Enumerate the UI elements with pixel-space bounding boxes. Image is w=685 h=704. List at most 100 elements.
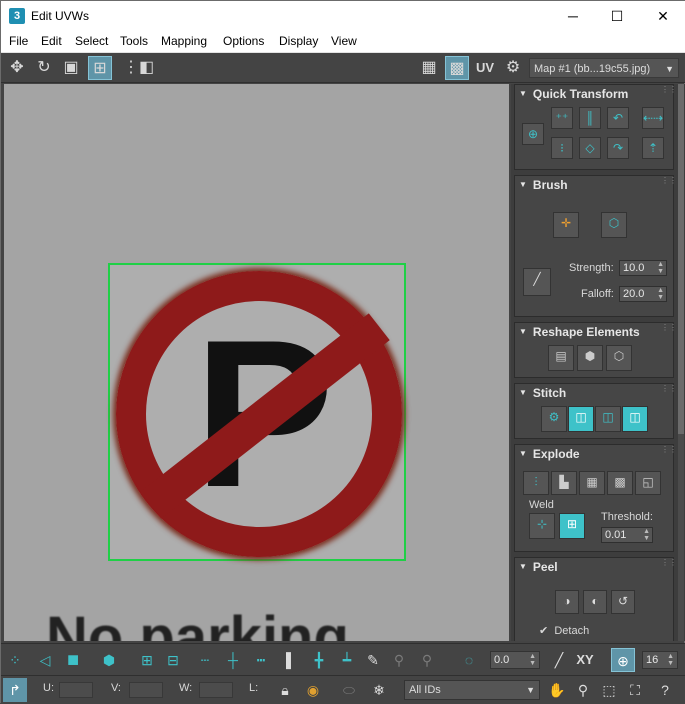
edge-select-icon[interactable]: ◁ — [33, 648, 57, 672]
space-vertical-icon[interactable]: ⇡ — [642, 137, 664, 159]
strength-spinner[interactable]: 10.0 ▲ ▼ — [619, 260, 667, 276]
flatten-by-angle-icon[interactable]: ▩ — [607, 471, 633, 495]
shrink-selection-icon[interactable]: ⊟ — [161, 648, 185, 672]
map-select[interactable]: Map #1 (bb...19c55.jpg) ▼ — [529, 58, 679, 78]
rollout-title[interactable]: ▼ Reshape Elements — [519, 325, 640, 339]
uv-toggle-button[interactable]: UV — [473, 56, 497, 80]
quick-peel-icon[interactable]: ◑ — [555, 590, 579, 614]
element-select-icon[interactable]: ⬢ — [97, 648, 121, 672]
spinner-arrows-icon[interactable]: ▲ ▼ — [657, 287, 664, 301]
falloff-line-icon[interactable]: ╱ — [547, 648, 571, 672]
zoom-region-icon[interactable]: ⬚ — [597, 678, 621, 702]
align-center-icon[interactable]: ⊕ — [522, 123, 544, 145]
zoom-extents-icon[interactable]: ⛶ — [623, 678, 647, 702]
rollout-title[interactable]: ▼ Quick Transform — [519, 87, 628, 101]
scale-icon[interactable]: ▣ — [59, 56, 83, 80]
maximize-button[interactable]: ☐ — [594, 1, 640, 31]
freeze-icon[interactable]: ❄ — [367, 678, 391, 702]
rotate-cw-icon[interactable]: ↷ — [607, 137, 629, 159]
checker-icon[interactable]: ▦ — [417, 56, 441, 80]
drag-handle-icon[interactable]: ⋮⋮ — [661, 177, 677, 187]
drag-handle-icon[interactable]: ⋮⋮ — [661, 86, 677, 96]
reset-peel-icon[interactable]: ↺ — [611, 590, 635, 614]
freeze-toggle-icon[interactable]: ⬭ — [337, 678, 361, 702]
rollout-title[interactable]: ▼ Peel — [519, 560, 558, 574]
rotate-icon[interactable]: ↻ — [32, 56, 56, 80]
edge-ring-icon[interactable]: ┼ — [221, 648, 245, 672]
move-icon[interactable]: ✥ — [5, 56, 29, 80]
paint-move-icon[interactable]: ✛ — [553, 212, 579, 238]
straighten-icon[interactable]: ◇ — [579, 137, 601, 159]
stitch-to-source-icon[interactable]: ◫ — [622, 406, 648, 432]
stitch-custom-icon[interactable]: ⚙ — [541, 406, 567, 432]
uv-viewport[interactable]: P No parking — [4, 84, 509, 641]
relax-icon[interactable]: ⬢ — [577, 345, 603, 371]
drag-handle-icon[interactable]: ⋮⋮ — [661, 446, 677, 456]
menu-options[interactable]: Options — [223, 34, 264, 48]
weld-selected-icon[interactable]: ⊹ — [529, 513, 555, 539]
break-edges-icon[interactable]: ◱ — [635, 471, 661, 495]
weld-all-icon[interactable]: ⊞ — [559, 513, 585, 539]
freeform-icon[interactable]: ⊞ — [88, 56, 112, 80]
space-horizontal-icon[interactable]: ⇠⇢ — [642, 107, 664, 129]
break-by-polygroups-icon[interactable]: ⫶ — [523, 471, 549, 495]
spinner-arrows-icon[interactable]: ▲ ▼ — [667, 653, 674, 667]
brush-falloff-icon[interactable]: ╱ — [523, 268, 551, 296]
pan-icon[interactable]: ✋ — [545, 678, 569, 702]
paint-grow-icon[interactable]: ⚲ — [387, 648, 411, 672]
checker-active-icon[interactable]: ▩ — [445, 56, 469, 80]
spinner-arrows-icon[interactable]: ▲ ▼ — [643, 528, 650, 542]
iterations-spinner[interactable]: 16 ▲ ▼ — [642, 651, 678, 669]
panel-scrollbar[interactable] — [678, 84, 684, 641]
menu-edit[interactable]: Edit — [41, 34, 62, 48]
grow-selection-icon[interactable]: ⊞ — [135, 648, 159, 672]
drag-handle-icon[interactable]: ⋮⋮ — [661, 385, 677, 395]
select-by-element-icon[interactable]: ▌ — [279, 648, 303, 672]
scrollbar-thumb[interactable] — [678, 84, 684, 434]
threshold-spinner[interactable]: 0.01 ▲ ▼ — [601, 527, 653, 543]
break-by-smoothing-icon[interactable]: ▙ — [551, 471, 577, 495]
absolute-offset-icon[interactable]: ↱ — [3, 678, 27, 702]
stitch-average-icon[interactable]: ◫ — [595, 406, 621, 432]
help-icon[interactable]: ? — [653, 678, 677, 702]
menu-select[interactable]: Select — [75, 34, 108, 48]
map-settings-icon[interactable]: ⚙ — [501, 56, 525, 80]
align-vertical-icon[interactable]: ║ — [579, 107, 601, 129]
paint-select-icon[interactable]: ✎ — [361, 648, 385, 672]
rollout-title[interactable]: ▼ Explode — [519, 447, 580, 461]
lock-icon[interactable]: 🔒︎ — [273, 678, 297, 702]
peel-mode-icon[interactable]: ◐ — [583, 590, 607, 614]
straighten-selection-icon[interactable]: ▤ — [548, 345, 574, 371]
rollout-title[interactable]: ▼ Stitch — [519, 386, 566, 400]
align-horizontal-icon[interactable]: ⁺⁺ — [551, 107, 573, 129]
minimize-button[interactable]: ─ — [550, 1, 596, 31]
rollout-title[interactable]: ▼ Brush — [519, 178, 568, 192]
menu-tools[interactable]: Tools — [120, 34, 148, 48]
spinner-arrows-icon[interactable]: ▲ ▼ — [529, 653, 536, 667]
v-field[interactable] — [129, 682, 163, 698]
snap-grid-icon[interactable]: ⊕ — [611, 648, 635, 672]
xy-toggle-button[interactable]: XY — [573, 648, 597, 672]
mirror-icon[interactable]: ⋮◧ — [123, 56, 154, 80]
vertex-select-icon[interactable]: ⁘ — [3, 648, 27, 672]
drag-handle-icon[interactable]: ⋮⋮ — [661, 324, 677, 334]
menu-mapping[interactable]: Mapping — [161, 34, 207, 48]
edge-similar-icon[interactable]: ┅ — [249, 648, 273, 672]
close-button[interactable]: ✕ — [640, 1, 685, 31]
select-overlap-icon[interactable]: ╋ — [307, 648, 331, 672]
hide-icon[interactable]: ◉ — [301, 678, 325, 702]
rotate-ccw-icon[interactable]: ↶ — [607, 107, 629, 129]
align-left-icon[interactable]: ⁝ — [551, 137, 573, 159]
relax-settings-icon[interactable]: ⬡ — [606, 345, 632, 371]
stitch-to-target-icon[interactable]: ◫ — [568, 406, 594, 432]
face-select-icon[interactable]: ■ — [61, 648, 85, 672]
paint-shrink-icon[interactable]: ⚲ — [415, 648, 439, 672]
material-id-select[interactable]: All IDs ▼ — [404, 680, 540, 700]
falloff-spinner[interactable]: 20.0 ▲ ▼ — [619, 286, 667, 302]
soft-select-icon[interactable]: ◌ — [457, 648, 481, 672]
w-field[interactable] — [199, 682, 233, 698]
select-inverted-icon[interactable]: ┷ — [335, 648, 359, 672]
menu-file[interactable]: File — [9, 34, 28, 48]
detach-checkbox[interactable]: ✔ Detach — [539, 624, 589, 637]
menu-display[interactable]: Display — [279, 34, 318, 48]
